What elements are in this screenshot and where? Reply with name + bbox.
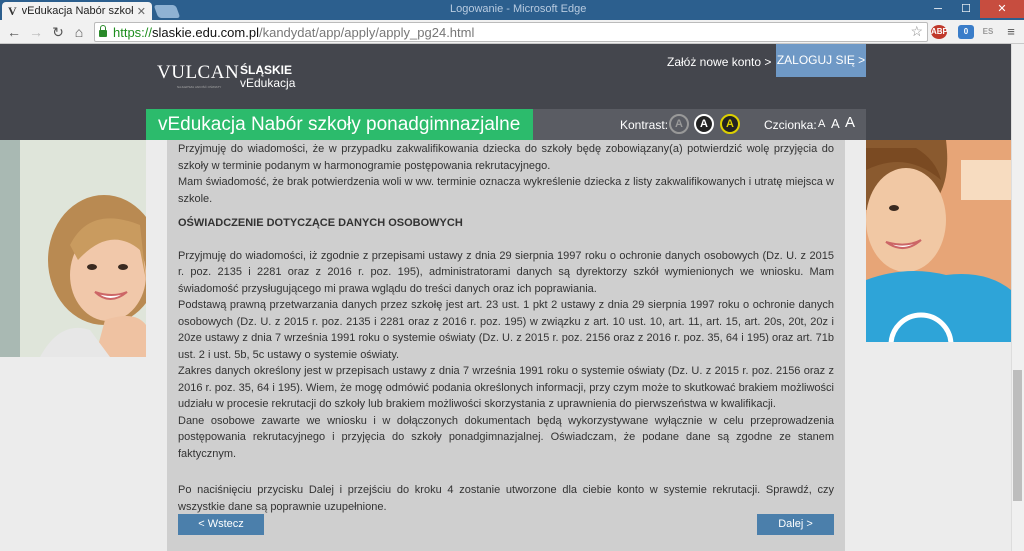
extension-badge-icon[interactable]: 0: [958, 25, 974, 39]
consent-panel: Przyjmuję do wiadomości, że w przypadku …: [167, 140, 845, 551]
window-controls: ─ ☐ ✕: [924, 0, 1024, 18]
confirmation-notice: Przyjmuję do wiadomości, że w przypadku …: [178, 143, 834, 172]
girl-photo: [0, 140, 146, 357]
forward-arrow-icon[interactable]: →: [26, 23, 46, 41]
browser-tab[interactable]: V vEdukacja Nabór szkoły po ✕: [2, 2, 152, 20]
contrast-default-button[interactable]: A: [669, 114, 689, 134]
close-tab-icon[interactable]: ✕: [137, 5, 146, 18]
font-size-label: Czcionka:: [764, 118, 817, 132]
contrast-yellow-button[interactable]: A: [720, 114, 740, 134]
create-account-link[interactable]: Załóż nowe konto >: [667, 55, 771, 69]
vulcan-logo[interactable]: VULCAN NAJLEPSZA JAKOŚĆ OŚWIATY: [157, 62, 239, 89]
minimize-icon[interactable]: ─: [924, 0, 952, 18]
vulcan-favicon-icon: V: [8, 3, 17, 18]
menu-icon[interactable]: ≡: [1003, 25, 1019, 39]
next-step-info: Po naciśnięciu przycisku Dalej i przejśc…: [178, 484, 834, 513]
contrast-label: Kontrast:: [620, 118, 669, 132]
adblock-extension-icon[interactable]: ABP: [931, 25, 948, 39]
home-icon[interactable]: ⌂: [69, 23, 89, 41]
back-arrow-icon[interactable]: ←: [4, 23, 24, 41]
login-button[interactable]: ZALOGUJ SIĘ >: [776, 44, 866, 77]
lock-icon: [99, 25, 107, 37]
tab-strip: V vEdukacja Nabór szkoły po ✕ Logowanie …: [0, 0, 1024, 20]
deletion-notice: Mam świadomość, że brak potwierdzenia wo…: [178, 176, 834, 205]
data-admin-paragraph: Przyjmuję do wiadomości, iż zgodnie z pr…: [178, 249, 834, 295]
bookmark-star-icon[interactable]: ☆: [910, 23, 923, 40]
font-large-button[interactable]: A: [845, 114, 855, 131]
es-extension-icon[interactable]: ES: [980, 25, 996, 39]
back-button[interactable]: < Wstecz: [178, 514, 264, 535]
url-scheme: https://: [113, 24, 153, 40]
url-host: slaskie.edu.com.pl: [152, 24, 259, 40]
reload-icon[interactable]: ↻: [48, 23, 68, 41]
maximize-icon[interactable]: ☐: [952, 0, 980, 18]
scrollbar-thumb[interactable]: [1013, 370, 1022, 501]
legal-basis-paragraph: Podstawą prawną przetwarzania danych prz…: [178, 299, 834, 361]
data-scope-paragraph: Zakres danych określony jest w przepisac…: [178, 365, 834, 410]
font-small-button[interactable]: A: [818, 118, 825, 130]
browser-toolbar: ← → ↻ ⌂ https://slaskie.edu.com.pl/kandy…: [0, 20, 1024, 44]
url-path: /kandydat/app/apply/apply_pg24.html: [258, 24, 475, 40]
data-usage-paragraph: Dane osobowe zawarte we wniosku i w dołą…: [178, 414, 834, 460]
vedukacja-logo[interactable]: vEdukacja: [240, 77, 295, 89]
page-title: vEdukacja Nabór szkoły ponadgimnazjalne: [146, 109, 533, 140]
boy-photo: [866, 140, 1011, 342]
personal-data-heading: OŚWIADCZENIE DOTYCZĄCE DANYCH OSOBOWYCH: [178, 217, 463, 229]
address-bar[interactable]: https://slaskie.edu.com.pl/kandydat/app/…: [94, 22, 928, 42]
close-window-icon[interactable]: ✕: [980, 0, 1024, 18]
next-button[interactable]: Dalej >: [757, 514, 834, 535]
tab-title: vEdukacja Nabór szkoły po: [21, 5, 133, 17]
window-title: Logowanie - Microsoft Edge: [450, 3, 587, 15]
contrast-white-button[interactable]: A: [694, 114, 714, 134]
new-tab-button[interactable]: [153, 5, 181, 18]
font-medium-button[interactable]: A: [831, 116, 840, 131]
slaskie-logo[interactable]: ŚLĄSKIE: [240, 64, 292, 76]
